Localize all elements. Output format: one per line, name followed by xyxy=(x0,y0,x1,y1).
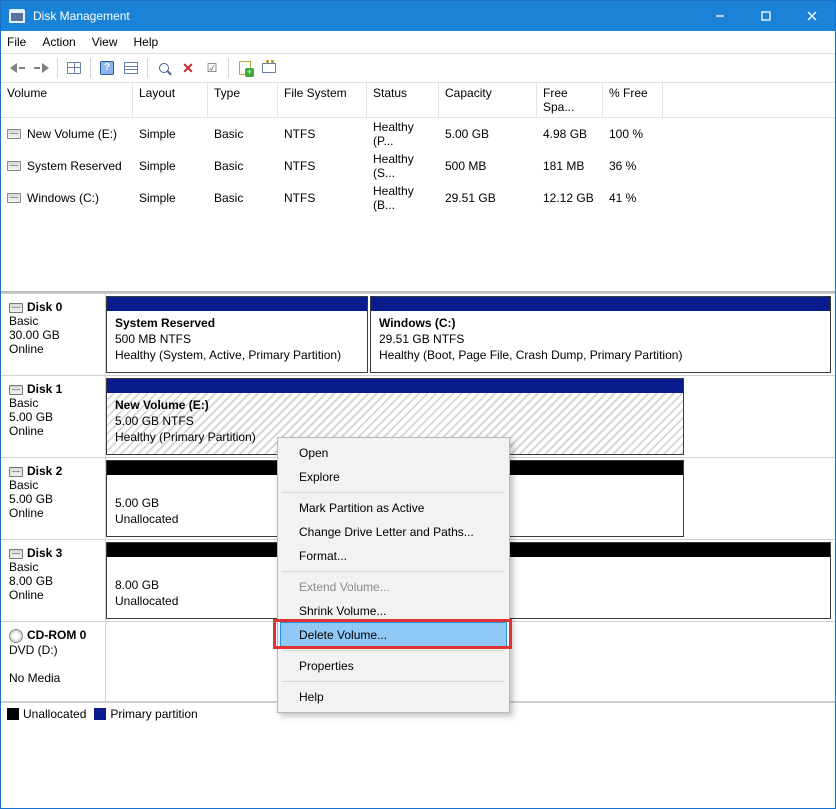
partition[interactable]: Windows (C:)29.51 GB NTFSHealthy (Boot, … xyxy=(370,296,831,373)
disk-icon xyxy=(9,303,23,313)
context-item[interactable]: Explore xyxy=(281,465,506,489)
legend-primary-swatch xyxy=(94,708,106,720)
volume-list: Volume Layout Type File System Status Ca… xyxy=(1,83,835,293)
disk-icon xyxy=(9,549,23,559)
menu-file[interactable]: File xyxy=(7,35,26,49)
settings-icon[interactable] xyxy=(259,58,279,78)
show-table-icon[interactable] xyxy=(64,58,84,78)
back-button[interactable] xyxy=(7,58,27,78)
window-title: Disk Management xyxy=(33,9,697,23)
menu-help[interactable]: Help xyxy=(134,35,159,49)
disk-label[interactable]: Disk 0Basic30.00 GBOnline xyxy=(1,294,106,375)
context-item[interactable]: Mark Partition as Active xyxy=(281,496,506,520)
partition[interactable]: System Reserved500 MB NTFSHealthy (Syste… xyxy=(106,296,368,373)
disk-icon xyxy=(9,385,23,395)
col-free-space[interactable]: Free Spa... xyxy=(537,83,603,117)
help-icon[interactable]: ? xyxy=(97,58,117,78)
context-item[interactable]: Open xyxy=(281,441,506,465)
volume-icon xyxy=(7,161,21,171)
disk-label[interactable]: Disk 2Basic5.00 GBOnline xyxy=(1,458,106,539)
menu-view[interactable]: View xyxy=(92,35,118,49)
disk-icon xyxy=(9,467,23,477)
cdrom-icon xyxy=(9,629,23,643)
col-type[interactable]: Type xyxy=(208,83,278,117)
col-status[interactable]: Status xyxy=(367,83,439,117)
disk-label[interactable]: Disk 1Basic5.00 GBOnline xyxy=(1,376,106,457)
context-item[interactable]: Shrink Volume... xyxy=(281,599,506,623)
context-item[interactable]: Delete Volume... xyxy=(281,623,506,647)
forward-button[interactable] xyxy=(31,58,51,78)
rescan-icon[interactable] xyxy=(154,58,174,78)
context-item[interactable]: Properties xyxy=(281,654,506,678)
volume-icon xyxy=(7,129,21,139)
context-item[interactable]: Help xyxy=(281,685,506,709)
context-item: Extend Volume... xyxy=(281,575,506,599)
volume-row[interactable]: System Reserved SimpleBasicNTFS Healthy … xyxy=(1,150,835,182)
toolbar: ? ✕ ☑ xyxy=(1,53,835,83)
volume-row[interactable]: Windows (C:) SimpleBasicNTFS Healthy (B.… xyxy=(1,182,835,214)
volume-icon xyxy=(7,193,21,203)
context-menu: OpenExplore Mark Partition as ActiveChang… xyxy=(277,437,510,713)
col-filesystem[interactable]: File System xyxy=(278,83,367,117)
new-volume-icon[interactable] xyxy=(235,58,255,78)
col-pct-free[interactable]: % Free xyxy=(603,83,663,117)
maximize-button[interactable] xyxy=(743,1,789,31)
minimize-button[interactable] xyxy=(697,1,743,31)
menu-action[interactable]: Action xyxy=(42,35,75,49)
col-layout[interactable]: Layout xyxy=(133,83,208,117)
delete-icon[interactable]: ✕ xyxy=(178,58,198,78)
context-item[interactable]: Change Drive Letter and Paths... xyxy=(281,520,506,544)
list-view-icon[interactable] xyxy=(121,58,141,78)
disk-label[interactable]: Disk 3Basic8.00 GBOnline xyxy=(1,540,106,621)
disk-mgmt-icon xyxy=(9,9,25,23)
properties-icon[interactable]: ☑ xyxy=(202,58,222,78)
context-item[interactable]: Format... xyxy=(281,544,506,568)
col-volume[interactable]: Volume xyxy=(1,83,133,117)
col-capacity[interactable]: Capacity xyxy=(439,83,537,117)
title-bar: Disk Management xyxy=(1,1,835,31)
close-button[interactable] xyxy=(789,1,835,31)
volume-list-header: Volume Layout Type File System Status Ca… xyxy=(1,83,835,118)
disk-row: Disk 0Basic30.00 GBOnlineSystem Reserved… xyxy=(1,294,835,376)
menu-bar: File Action View Help xyxy=(1,31,835,53)
volume-row[interactable]: New Volume (E:) SimpleBasicNTFS Healthy … xyxy=(1,118,835,150)
legend-unallocated-swatch xyxy=(7,708,19,720)
